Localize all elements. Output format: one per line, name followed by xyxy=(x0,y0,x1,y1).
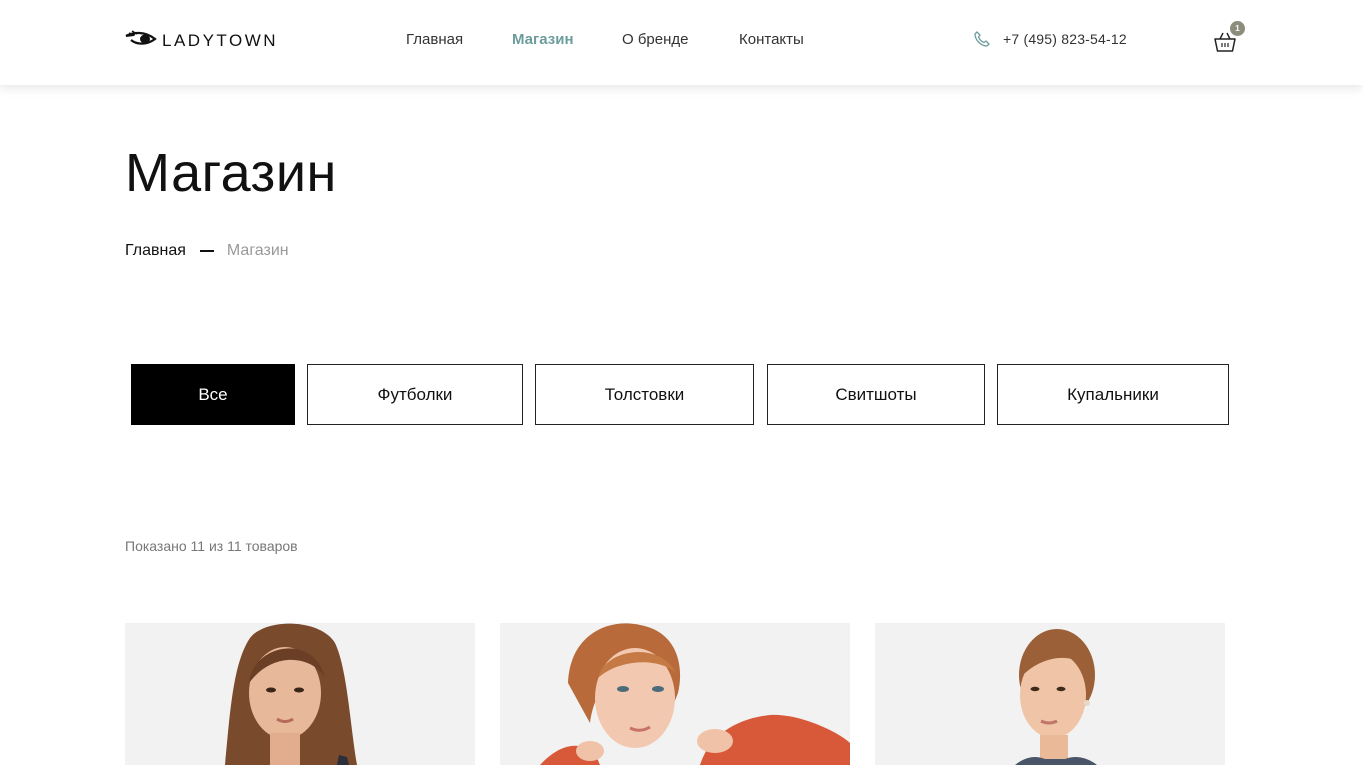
brand-name: LADYTOWN xyxy=(162,31,279,50)
phone-link[interactable]: +7 (495) 823-54-12 xyxy=(973,30,1127,48)
product-card[interactable] xyxy=(500,623,850,765)
filter-hoodies[interactable]: Толстовки xyxy=(535,364,754,425)
basket-icon xyxy=(1213,32,1237,57)
product-card[interactable] xyxy=(125,623,475,765)
breadcrumb-home[interactable]: Главная xyxy=(125,242,186,260)
phone-number: +7 (495) 823-54-12 xyxy=(1003,31,1127,47)
results-count: Показано 11 из 11 товаров xyxy=(125,538,298,554)
filter-swimwear[interactable]: Купальники xyxy=(997,364,1229,425)
nav-item-about[interactable]: О бренде xyxy=(622,31,689,48)
product-card[interactable] xyxy=(875,623,1225,765)
product-photo xyxy=(1015,629,1097,765)
breadcrumb-separator xyxy=(199,250,214,252)
phone-icon xyxy=(973,30,991,48)
filter-tshirts[interactable]: Футболки xyxy=(307,364,523,425)
nav-item-home[interactable]: Главная xyxy=(406,31,463,48)
nav-item-shop[interactable]: Магазин xyxy=(512,31,574,48)
breadcrumb-current: Магазин xyxy=(226,242,289,259)
cart-count-badge: 1 xyxy=(1230,21,1245,36)
nav-item-contacts[interactable]: Контакты xyxy=(739,31,804,48)
eye-logo-icon xyxy=(125,30,157,52)
product-photo xyxy=(540,623,850,765)
filter-all[interactable]: Все xyxy=(131,364,295,425)
brand-logo[interactable]: LADYTOWN xyxy=(125,28,278,54)
product-photo xyxy=(225,623,357,765)
page-title: Магазин xyxy=(125,143,337,203)
filter-sweatshirts[interactable]: Свитшоты xyxy=(767,364,985,425)
breadcrumb: Главная Магазин xyxy=(125,240,289,262)
site-header: LADYTOWN Главная Магазин О бренде Контак… xyxy=(0,0,1363,85)
